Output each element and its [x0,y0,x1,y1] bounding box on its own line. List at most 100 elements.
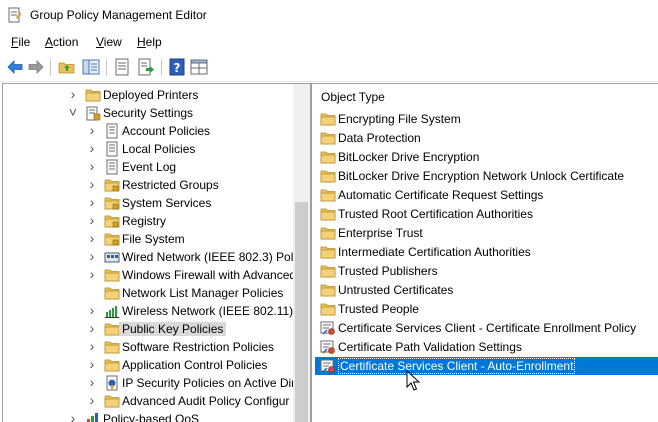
chevron-down-icon[interactable]: ˅ [67,105,79,119]
locked-folder-icon [104,215,120,228]
back-icon[interactable] [6,58,24,76]
folder-icon [104,341,120,354]
tree-item[interactable]: › Registry [3,212,293,230]
chevron-right-icon[interactable]: › [86,159,98,173]
tree-item[interactable]: › System Services [3,194,293,212]
list-item[interactable]: Intermediate Certification Authorities [318,243,658,261]
list-item[interactable]: Trusted People [318,300,658,318]
tree-item[interactable]: › Wired Network (IEEE 802.3) Polic [3,248,302,266]
tree-item[interactable]: Network List Manager Policies [3,284,293,302]
chevron-right-icon[interactable]: › [86,177,98,191]
up-folder-icon[interactable] [58,58,76,76]
network-icon [104,252,120,263]
tree-item[interactable]: › IP Security Policies on Active Dir [3,374,295,392]
export-list-icon[interactable] [137,58,155,76]
column-header-object-type[interactable]: Object Type [321,90,385,104]
folder-icon [320,265,336,278]
chevron-right-icon[interactable]: › [86,375,98,389]
wireless-icon [105,306,119,318]
tree-item-label: Local Policies [122,142,196,156]
help-icon[interactable]: ? [168,58,186,76]
list-item-label: Automatic Certificate Request Settings [338,188,544,202]
folder-icon [320,246,336,259]
tree-item-label: System Services [122,196,212,210]
tree-item-label: Wired Network (IEEE 802.3) Polic [122,250,303,264]
chevron-right-icon[interactable]: › [86,213,98,227]
list-item[interactable]: BitLocker Drive Encryption [318,148,658,166]
list-item[interactable]: Automatic Certificate Request Settings [318,186,658,204]
list-item-label: BitLocker Drive Encryption Network Unloc… [338,169,625,183]
tree-item[interactable]: › Account Policies [3,122,293,140]
tree-item[interactable]: › Software Restriction Policies [3,338,293,356]
list-item[interactable]: Enterprise Trust [318,224,658,242]
folder-icon [320,284,336,297]
list-item[interactable]: Certificate Services Client - Auto-Enrol… [315,357,658,375]
folder-icon [85,89,101,102]
policy-doc-icon [106,159,118,175]
tree-item[interactable]: › Policy-based QoS [3,410,293,422]
tree-item[interactable]: ˅ Security Settings [3,104,293,122]
policy-doc-icon [106,123,118,139]
toolbar-separator [50,59,51,76]
scrollbar-thumb[interactable] [295,202,308,422]
console-tree-pane[interactable]: › Deployed Printers ˅ Security Settings › Acc… [2,83,311,422]
security-settings-icon [86,106,101,121]
properties-icon[interactable] [113,58,131,76]
svg-text:?: ? [174,61,181,75]
folder-icon [104,287,120,300]
tree-item[interactable]: › Windows Firewall with Advanced [3,266,296,284]
tree-item-label: Software Restriction Policies [122,340,275,354]
folder-icon [320,113,336,126]
chevron-right-icon[interactable]: › [67,87,79,101]
tree-item[interactable]: › Application Control Policies [3,356,293,374]
tree-scrollbar[interactable] [293,84,310,422]
chevron-right-icon[interactable]: › [86,195,98,209]
list-item[interactable]: Certificate Services Client - Certificat… [318,319,658,337]
menu-file[interactable]: File [11,35,30,49]
list-item[interactable]: Certificate Path Validation Settings [318,338,658,356]
list-item[interactable]: Encrypting File System [318,110,658,128]
folder-icon [320,132,336,145]
chevron-right-icon[interactable]: › [86,393,98,407]
chevron-right-icon[interactable]: › [86,249,98,263]
menu-help[interactable]: Help [137,35,162,49]
list-item[interactable]: Trusted Root Certification Authorities [318,205,658,223]
chevron-right-icon[interactable]: › [86,339,98,353]
list-item-label: Encrypting File System [338,112,461,126]
list-item-label: Certificate Path Validation Settings [338,340,522,354]
list-item[interactable]: BitLocker Drive Encryption Network Unloc… [318,167,658,185]
folder-icon [104,323,120,336]
forward-icon[interactable] [27,58,45,76]
chevron-right-icon[interactable]: › [86,303,98,317]
certificate-settings-icon [320,321,335,335]
chevron-right-icon[interactable]: › [86,141,98,155]
tree-item[interactable]: › Event Log [3,158,293,176]
list-item[interactable]: Data Protection [318,129,658,147]
list-item[interactable]: Untrusted Certificates [318,281,658,299]
chevron-right-icon[interactable]: › [86,321,98,335]
tree-item[interactable]: › Local Policies [3,140,293,158]
details-pane[interactable]: Object Type Encrypting File System Data P… [311,83,658,422]
tree-item[interactable]: › Wireless Network (IEEE 802.11) P [3,302,305,320]
tree-item[interactable]: › File System [3,230,293,248]
view-icon[interactable] [190,58,208,76]
tree-item[interactable]: › Restricted Groups [3,176,293,194]
list-item[interactable]: Trusted Publishers [318,262,658,280]
show-hide-tree-icon[interactable] [82,58,100,76]
tree-item-label: Network List Manager Policies [122,286,284,300]
menu-view[interactable]: View [96,35,122,49]
chevron-right-icon[interactable]: › [86,123,98,137]
chevron-right-icon[interactable]: › [86,357,98,371]
ip-security-icon [106,375,118,391]
chevron-right-icon[interactable]: › [86,231,98,245]
policy-doc-icon [106,141,118,157]
chevron-right-icon[interactable]: › [86,267,98,281]
menu-action[interactable]: Action [45,35,78,49]
tree-item-label: Restricted Groups [122,178,219,192]
folder-icon [320,170,336,183]
locked-folder-icon [104,233,120,246]
tree-item[interactable]: › Public Key Policies [3,320,293,338]
tree-item[interactable]: › Advanced Audit Policy Configur [3,392,293,410]
tree-item[interactable]: › Deployed Printers [3,86,293,104]
tree-item-label: Wireless Network (IEEE 802.11) P [122,304,305,318]
